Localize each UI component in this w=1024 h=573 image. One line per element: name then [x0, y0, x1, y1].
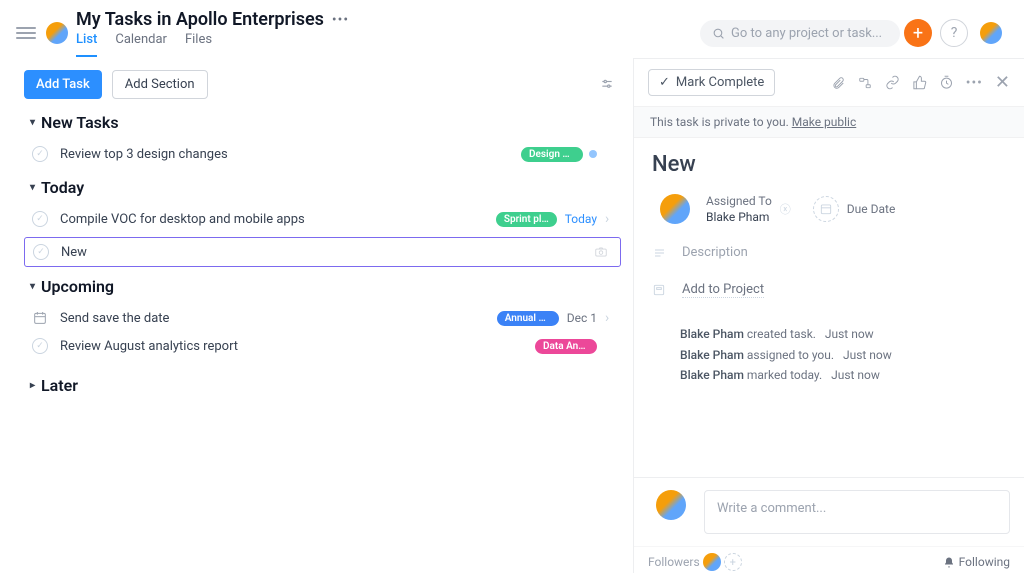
search-icon [712, 27, 725, 40]
global-add-button[interactable]: + [904, 19, 932, 47]
project-pill[interactable]: Data Ana… [535, 339, 597, 354]
comment-input[interactable]: Write a comment... [704, 490, 1010, 534]
follower-avatar[interactable] [703, 553, 721, 571]
chevron-right-icon: › [605, 211, 615, 227]
task-name: Review August analytics report [60, 339, 529, 354]
task-row-editing[interactable]: ✓ [24, 237, 621, 267]
complete-toggle[interactable]: ✓ [32, 146, 48, 162]
complete-toggle[interactable]: ✓ [33, 244, 49, 260]
task-row[interactable]: ✓ Compile VOC for desktop and mobile app… [24, 205, 633, 233]
project-pill[interactable]: Design w… [521, 147, 583, 162]
subtask-icon[interactable] [857, 76, 873, 90]
task-name: Compile VOC for desktop and mobile apps [60, 212, 490, 227]
following-label[interactable]: Following [959, 555, 1010, 569]
assignee-field[interactable]: Assigned To Blake Pham ⓧ [652, 193, 791, 225]
caret-down-icon: ▾ [30, 117, 35, 128]
global-search[interactable]: Go to any project or task... [700, 20, 900, 47]
due-date: Dec 1 [567, 311, 597, 325]
description-icon [652, 247, 668, 259]
caret-right-icon: ▸ [30, 380, 35, 391]
bell-icon [943, 556, 955, 569]
close-icon[interactable]: ✕ [995, 72, 1010, 93]
add-task-button[interactable]: Add Task [24, 70, 102, 99]
search-placeholder: Go to any project or task... [731, 26, 882, 41]
complete-toggle[interactable]: ✓ [32, 211, 48, 227]
check-icon: ✓ [659, 75, 670, 90]
project-icon [652, 283, 668, 297]
complete-toggle[interactable]: ✓ [32, 338, 48, 354]
section-upcoming[interactable]: ▾ Upcoming [30, 277, 633, 296]
user-avatar[interactable] [980, 22, 1002, 44]
caret-down-icon: ▾ [30, 182, 35, 193]
task-row[interactable]: ✓ Review top 3 design changes Design w… [24, 140, 633, 168]
comment-avatar [656, 490, 686, 520]
task-name: Send save the date [60, 311, 491, 326]
new-task-input[interactable] [61, 245, 592, 260]
milestone-icon [32, 310, 48, 326]
attachment-icon[interactable] [831, 75, 845, 91]
more-icon[interactable]: ••• [966, 75, 983, 91]
due-date-field[interactable]: Due Date [813, 196, 896, 222]
task-row[interactable]: ✓ Review August analytics report Data An… [24, 332, 633, 360]
task-detail-title[interactable]: New [652, 152, 1006, 177]
caret-down-icon: ▾ [30, 281, 35, 292]
status-dot [589, 150, 597, 158]
help-button[interactable]: ? [940, 19, 968, 47]
due-date: Today [565, 212, 597, 226]
timer-icon[interactable] [939, 75, 954, 90]
add-follower-button[interactable]: + [724, 553, 742, 571]
title-more-icon[interactable]: ••• [332, 12, 349, 28]
menu-icon[interactable] [14, 21, 38, 45]
project-pill[interactable]: Sprint pl… [496, 212, 557, 227]
add-section-button[interactable]: Add Section [112, 70, 208, 99]
privacy-notice: This task is private to you. Make public [634, 107, 1024, 138]
assignee-avatar [660, 194, 690, 224]
task-row[interactable]: Send save the date Annual c… Dec 1 › [24, 304, 633, 332]
link-icon[interactable] [885, 75, 900, 90]
mark-complete-button[interactable]: ✓ Mark Complete [648, 69, 775, 96]
tab-files[interactable]: Files [185, 32, 212, 57]
project-pill[interactable]: Annual c… [497, 311, 559, 326]
add-to-project-field[interactable]: Add to Project [652, 282, 1006, 298]
tab-list[interactable]: List [76, 32, 97, 57]
description-field[interactable]: Description [652, 245, 1006, 260]
tab-calendar[interactable]: Calendar [115, 32, 167, 57]
section-today[interactable]: ▾ Today [30, 178, 633, 197]
make-public-link[interactable]: Make public [792, 115, 857, 129]
filter-icon[interactable] [599, 78, 615, 92]
calendar-icon [813, 196, 839, 222]
followers-label: Followers [648, 555, 700, 569]
workspace-avatar[interactable] [46, 22, 68, 44]
page-title: My Tasks in Apollo Enterprises [76, 9, 324, 30]
section-later[interactable]: ▸ Later [30, 376, 633, 395]
chevron-right-icon: › [605, 310, 615, 326]
clear-assignee-icon[interactable]: ⓧ [780, 201, 791, 217]
activity-log: Blake Pham created task. Just now Blake … [680, 324, 1006, 385]
section-new-tasks[interactable]: ▾ New Tasks [30, 113, 633, 132]
attachment-icon[interactable] [592, 245, 610, 259]
task-name: Review top 3 design changes [60, 147, 515, 162]
like-icon[interactable] [912, 75, 927, 90]
